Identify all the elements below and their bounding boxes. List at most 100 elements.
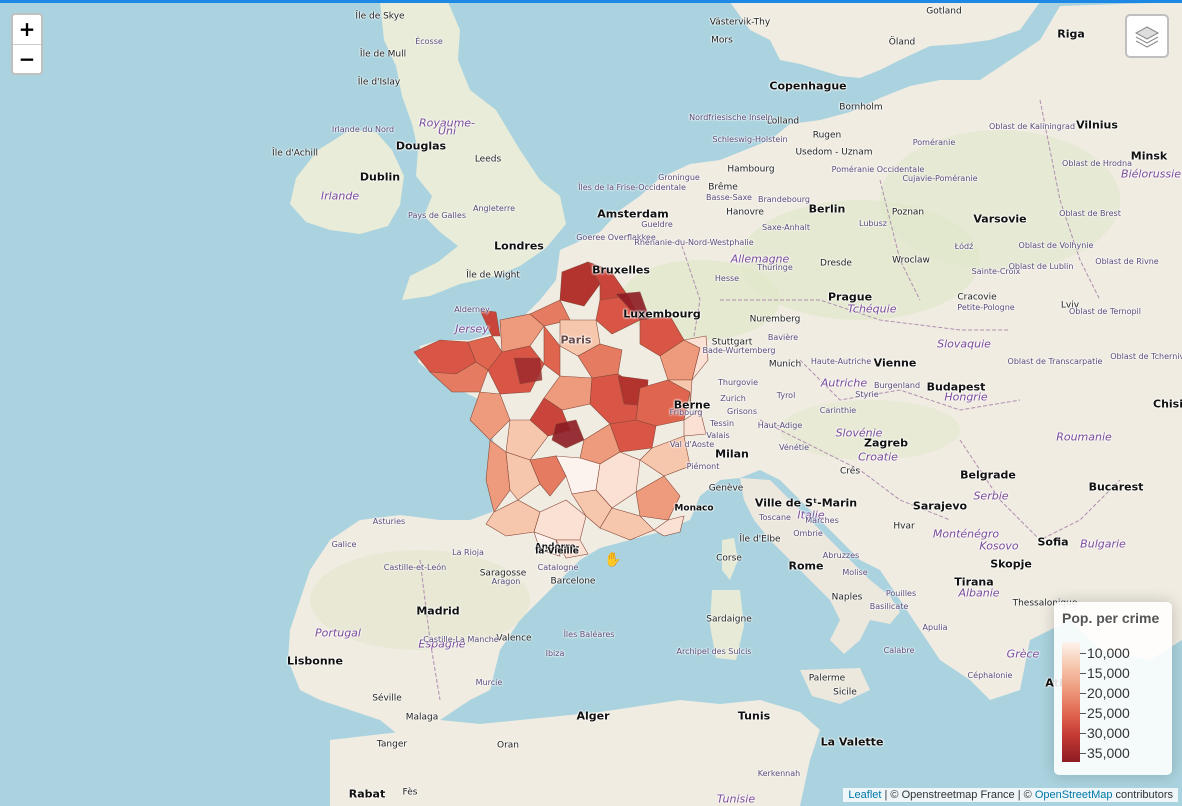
town-label: Crés: [839, 466, 861, 477]
region-label: Schleswig-Holstein: [712, 135, 788, 144]
zoom-out-button[interactable]: −: [13, 45, 41, 74]
town-label: Nuremberg: [749, 314, 801, 325]
region-label: Cujavie-Poméranie: [902, 174, 978, 183]
layers-button[interactable]: [1125, 14, 1169, 58]
country-label: Roumanie: [1056, 430, 1112, 444]
country-label: Hongrie: [944, 390, 988, 404]
region-label: Alderney: [454, 305, 490, 314]
osm-link[interactable]: OpenStreetMap: [1035, 789, 1113, 801]
region-label: Molise: [842, 568, 868, 577]
region-label: Haut-Adige: [757, 421, 803, 430]
grab-cursor-icon: ✋: [604, 552, 622, 568]
basemap: [0, 0, 1182, 806]
region-label: Thurgovie: [717, 378, 759, 387]
country-label: Grèce: [1006, 647, 1040, 661]
region-label: Kerkennah: [757, 769, 801, 778]
region-label: Poméranie Occidentale: [831, 165, 925, 174]
city-label: Vienne: [873, 356, 917, 370]
legend: Pop. per crime 10,000 15,000 20,000 25,0…: [1054, 602, 1172, 775]
legend-tick: [1080, 753, 1086, 754]
region-label: Murcie: [475, 678, 503, 687]
region-label: Bade-Wurtemberg: [702, 346, 776, 355]
region-label: Calabre: [883, 646, 915, 655]
town-label: Naples: [831, 592, 863, 603]
city-label: La Valette: [820, 735, 884, 749]
city-label: Ville de Sᵗ-Marin: [754, 496, 858, 510]
attribution: Leaflet | © Openstreetmap France | © Ope…: [843, 788, 1178, 802]
region-label: Groningue: [658, 173, 700, 182]
legend-tick-label: 20,000: [1087, 685, 1130, 701]
legend-tick-label: 10,000: [1087, 645, 1130, 661]
country-label: Croatie: [858, 450, 898, 464]
city-label: Bruxelles: [592, 263, 650, 277]
country-label: Tchéquie: [847, 302, 897, 316]
city-label: Rome: [788, 559, 824, 573]
zoom-in-button[interactable]: +: [13, 15, 41, 45]
town-label: Île de Mull: [359, 49, 407, 60]
region-label: Grisons: [726, 407, 758, 416]
town-label: Île d'Islay: [357, 77, 401, 88]
town-label: Valence: [496, 633, 532, 644]
region-label: Apulia: [922, 623, 948, 632]
town-label: Poznan: [891, 207, 925, 218]
legend-tick: [1080, 713, 1086, 714]
region-label: Marches: [805, 516, 839, 525]
town-label: Wroclaw: [892, 255, 930, 266]
city-label: Copenhague: [769, 79, 847, 93]
region-label: Łódź: [954, 242, 974, 251]
country-label: Slovénie: [835, 426, 883, 440]
town-label: Tanger: [376, 739, 408, 750]
country-label: Irlande: [320, 189, 360, 203]
town-label: Île de Skye: [355, 11, 405, 22]
town-label: Usedom - Uznam: [795, 147, 873, 158]
country-label: Jersey: [455, 322, 489, 336]
region-label: Saxe-Anhalt: [762, 223, 810, 232]
region-label: Styrie: [855, 390, 879, 399]
legend-title: Pop. per crime: [1062, 610, 1160, 626]
region-label: Oblast de Ternopil: [1069, 307, 1141, 316]
region-label: Asturies: [372, 517, 406, 526]
region-label: Burgenland: [873, 381, 921, 390]
city-label: Vilnius: [1076, 118, 1118, 132]
town-label: Öland: [888, 37, 916, 48]
city-label: Chisi: [1153, 397, 1182, 411]
city-label: Varsovie: [973, 212, 1027, 226]
city-label: Monaco: [674, 503, 714, 514]
city-label: Sofia: [1037, 535, 1069, 549]
town-label: Hambourg: [727, 164, 775, 175]
town-label: Malaga: [405, 712, 439, 723]
town-label: Palerme: [808, 673, 846, 684]
region-label: Bavière: [767, 333, 799, 342]
region-label: Oblast de Rivne: [1095, 257, 1159, 266]
region-label: Brandebourg: [757, 195, 811, 204]
region-label: La Rioja: [452, 548, 484, 557]
town-label: Mors: [711, 35, 733, 46]
town-label: Hanovre: [726, 207, 764, 218]
legend-color-ramp: [1062, 642, 1080, 762]
town-label: Genève: [708, 483, 744, 494]
region-label: Thuringe: [757, 263, 793, 272]
country-label: Biélorussie: [1121, 167, 1181, 181]
leaflet-link[interactable]: Leaflet: [848, 789, 881, 801]
top-accent-bar: [0, 0, 1182, 3]
map-canvas[interactable]: Riga Copenhague Vilnius Douglas Dublin M…: [0, 0, 1182, 806]
region-label: Rhénanie-du-Nord-Westphalie: [634, 238, 754, 247]
region-label: Nordfriesische Inseln: [689, 113, 773, 122]
city-label: Lisbonne: [287, 654, 343, 668]
city-label: Alger: [576, 709, 610, 723]
city-label: Prague: [827, 290, 873, 304]
legend-tick-label: 30,000: [1087, 725, 1130, 741]
town-label: Hvar: [893, 521, 915, 532]
region-label: Poméranie: [912, 138, 956, 147]
region-label: Oblast de Brest: [1059, 209, 1121, 218]
city-label: Amsterdam: [597, 207, 669, 221]
town-label: Île d'Elbe: [739, 534, 781, 545]
region-label: Catalogne: [537, 563, 579, 572]
region-label: Tyrol: [776, 391, 796, 400]
attribution-text: | © Openstreetmap France | ©: [881, 789, 1035, 801]
town-label: Sicile: [833, 687, 857, 698]
city-label: Berlin: [808, 202, 846, 216]
region-label: Fribourg: [669, 408, 703, 417]
region-label: Ibiza: [545, 649, 565, 658]
region-label: Écosse: [415, 37, 443, 46]
